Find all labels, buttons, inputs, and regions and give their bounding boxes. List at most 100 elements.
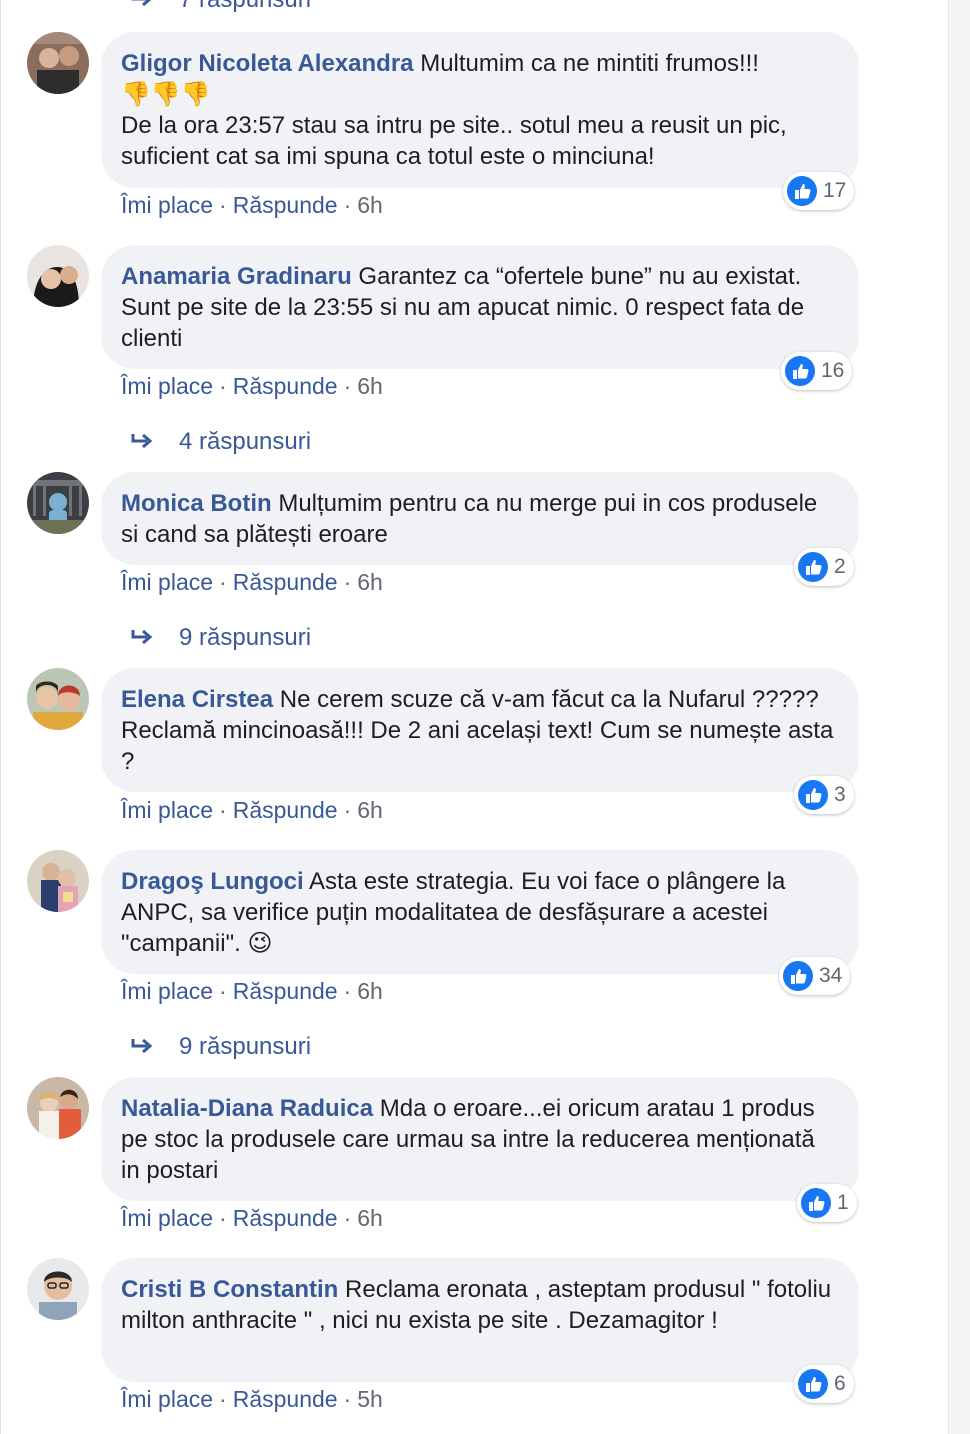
avatar-photo: [27, 32, 89, 94]
comment-actions: Îmi place · Răspunde · 6h: [121, 797, 383, 824]
timestamp[interactable]: 5h: [357, 1386, 383, 1413]
avatar[interactable]: [27, 1077, 89, 1139]
comment-author[interactable]: Dragoş Lungoci: [121, 868, 304, 895]
wink-emoji: 😉: [247, 930, 273, 957]
avatar[interactable]: [27, 32, 89, 94]
avatar-photo: [27, 472, 89, 534]
comment-bubble: Anamaria Gradinaru Garantez ca “ofertele…: [101, 245, 859, 369]
separator: ·: [343, 1386, 352, 1412]
comment-actions: Îmi place · Răspunde · 5h: [121, 1386, 383, 1413]
like-link[interactable]: Îmi place: [121, 373, 213, 400]
like-count: 17: [823, 179, 847, 202]
like-icon: [787, 176, 817, 206]
reactions-badge[interactable]: 6: [794, 1365, 854, 1403]
comment-author[interactable]: Anamaria Gradinaru: [121, 263, 352, 290]
like-count: 3: [834, 783, 846, 806]
like-count: 6: [834, 1372, 846, 1395]
view-replies-link[interactable]: 4 răspunsuri: [131, 428, 311, 456]
reply-link[interactable]: Răspunde: [233, 192, 338, 219]
like-count: 34: [819, 964, 843, 987]
comment-author[interactable]: Cristi B Constantin: [121, 1276, 338, 1303]
view-replies-link[interactable]: 9 răspunsuri: [131, 1033, 311, 1061]
like-icon: [801, 1188, 831, 1218]
separator: ·: [219, 978, 227, 1004]
like-icon: [798, 552, 828, 582]
comment-bubble: Dragoş Lungoci Asta este strategia. Eu v…: [101, 850, 859, 974]
like-icon: [785, 356, 815, 386]
reply-arrow-icon: [131, 1038, 153, 1054]
like-icon: [798, 780, 828, 810]
like-count: 16: [821, 359, 845, 382]
like-link[interactable]: Îmi place: [121, 978, 213, 1005]
replies-count-label: 9 răspunsuri: [179, 1033, 312, 1060]
timestamp[interactable]: 6h: [357, 192, 383, 219]
reactions-badge[interactable]: 16: [781, 352, 853, 390]
replies-count-label: 7 răspunsuri: [179, 0, 311, 14]
reply-link[interactable]: Răspunde: [233, 1386, 338, 1413]
avatar-photo: [27, 1258, 89, 1320]
timestamp[interactable]: 6h: [357, 797, 383, 824]
like-link[interactable]: Îmi place: [121, 569, 213, 596]
separator: ·: [343, 978, 352, 1004]
comment-actions: Îmi place · Răspunde · 6h: [121, 978, 383, 1005]
like-icon: [798, 1369, 828, 1399]
comment-bubble: Cristi B Constantin Reclama eronata , as…: [101, 1258, 859, 1382]
reactions-badge[interactable]: 3: [794, 776, 854, 814]
reactions-badge[interactable]: 2: [794, 548, 854, 586]
reply-arrow-icon: [131, 629, 153, 645]
like-link[interactable]: Îmi place: [121, 1205, 213, 1232]
avatar[interactable]: [27, 472, 89, 534]
separator: ·: [219, 192, 227, 218]
comment-author[interactable]: Elena Cirstea: [121, 686, 273, 713]
comment-actions: Îmi place · Răspunde · 6h: [121, 1205, 383, 1232]
like-count: 2: [834, 555, 846, 578]
comment-author[interactable]: Gligor Nicoleta Alexandra: [121, 50, 414, 77]
like-link[interactable]: Îmi place: [121, 797, 213, 824]
separator: ·: [343, 569, 352, 595]
avatar-photo: [27, 850, 89, 912]
like-icon: [783, 961, 813, 991]
replies-count-label: 9 răspunsuri: [179, 624, 312, 651]
avatar[interactable]: [27, 850, 89, 912]
comment-text: Multumim ca ne mintiti frumos!!!: [420, 50, 759, 77]
avatar[interactable]: [27, 245, 89, 307]
reactions-badge[interactable]: 34: [779, 957, 851, 995]
separator: ·: [343, 373, 352, 399]
reply-link[interactable]: Răspunde: [233, 569, 338, 596]
like-link[interactable]: Îmi place: [121, 192, 213, 219]
avatar-photo: [27, 245, 89, 307]
avatar-photo: [27, 668, 89, 730]
comments-feed: 7 răspunsuri Gligor Nicoleta Alexandra M…: [0, 0, 927, 1434]
comment-bubble: Natalia-Diana Raduica Mda o eroare...ei …: [101, 1077, 859, 1201]
avatar[interactable]: [27, 668, 89, 730]
comment-author[interactable]: Natalia-Diana Raduica: [121, 1095, 373, 1122]
scrollbar[interactable]: [948, 0, 970, 1434]
reply-link[interactable]: Răspunde: [233, 1205, 338, 1232]
separator: ·: [343, 1205, 352, 1231]
separator: ·: [219, 1205, 227, 1231]
avatar[interactable]: [27, 1258, 89, 1320]
separator: ·: [343, 797, 352, 823]
reply-link[interactable]: Răspunde: [233, 797, 338, 824]
like-link[interactable]: Îmi place: [121, 1386, 213, 1413]
timestamp[interactable]: 6h: [357, 1205, 383, 1232]
reply-arrow-icon: [131, 433, 153, 449]
reactions-badge[interactable]: 17: [783, 172, 855, 210]
view-replies-link[interactable]: 7 răspunsuri: [131, 0, 311, 14]
timestamp[interactable]: 6h: [357, 373, 383, 400]
like-count: 1: [837, 1191, 849, 1214]
view-replies-link[interactable]: 9 răspunsuri: [131, 624, 311, 652]
timestamp[interactable]: 6h: [357, 569, 383, 596]
separator: ·: [219, 1386, 227, 1412]
reactions-badge[interactable]: 1: [797, 1184, 857, 1222]
reply-link[interactable]: Răspunde: [233, 373, 338, 400]
comment-author[interactable]: Monica Botin: [121, 490, 272, 517]
comment-actions: Îmi place · Răspunde · 6h: [121, 373, 383, 400]
replies-count-label: 4 răspunsuri: [179, 428, 312, 455]
comment-bubble: Gligor Nicoleta Alexandra Multumim ca ne…: [101, 32, 859, 188]
reply-link[interactable]: Răspunde: [233, 978, 338, 1005]
separator: ·: [219, 373, 227, 399]
timestamp[interactable]: 6h: [357, 978, 383, 1005]
comment-actions: Îmi place · Răspunde · 6h: [121, 569, 383, 596]
comment-text-continued: De la ora 23:57 stau sa intru pe site.. …: [121, 112, 787, 170]
